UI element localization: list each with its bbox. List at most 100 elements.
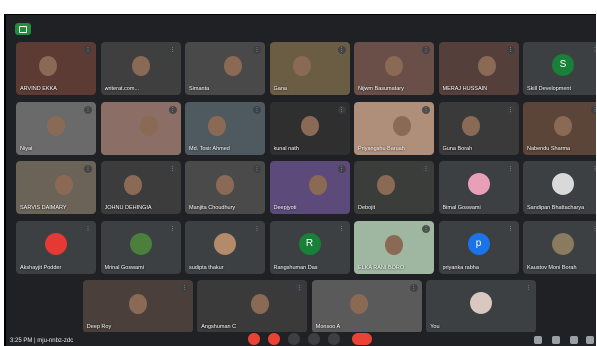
participant-tile[interactable]: ⋮ — [100, 101, 181, 155]
participant-tile[interactable]: S ⋮ Skill Development — [523, 42, 596, 95]
participant-name: You — [430, 324, 440, 330]
participant-tile[interactable]: ⋮ Sandipan Bhattacharya — [523, 161, 596, 214]
activities-icon[interactable] — [586, 336, 594, 344]
participant-face — [55, 175, 73, 195]
participant-face — [208, 115, 226, 136]
mic-muted-icon: ⋮ — [337, 105, 346, 114]
participant-tile[interactable]: p ⋮ priyanka rabha — [438, 220, 519, 274]
participant-tile[interactable]: ⋮ Niyat — [16, 101, 96, 155]
mic-muted-icon: ⋮ — [168, 46, 177, 54]
mic-muted-icon: ⋮ — [591, 46, 596, 54]
participant-name: Md. Tosir Ahmed — [189, 145, 230, 152]
participant-name: sudipta thakur — [189, 264, 224, 271]
participant-tile[interactable]: ⋮ writerat.com... — [100, 42, 181, 95]
mic-muted-icon: ⋮ — [422, 224, 430, 233]
participant-avatar: R — [298, 232, 321, 255]
participant-tile[interactable]: ⋮ Priyangshu Baruah — [354, 101, 434, 155]
mic-muted-icon: ⋮ — [180, 284, 189, 292]
participant-name: Nijwm Basumatary — [358, 86, 404, 92]
participant-face — [300, 115, 319, 136]
participant-tile[interactable]: ⋮ Mrinal Goswami — [100, 220, 181, 274]
leave-call-button[interactable] — [352, 333, 372, 345]
participant-tile[interactable]: ⋮ ELKA RANI BORO — [354, 220, 434, 274]
mic-muted-icon: ⋮ — [168, 224, 177, 233]
chat-panel-icon[interactable] — [570, 336, 578, 344]
participant-tile[interactable]: ⋮ sudipta thakur — [185, 220, 265, 274]
participant-tile[interactable]: ⋮ Monsoo A — [311, 280, 422, 333]
participant-face — [123, 175, 142, 195]
participant-tile[interactable]: ⋮ Angshuman C — [197, 280, 308, 333]
participant-tile[interactable]: ⋮ Deep Roy — [82, 280, 193, 333]
participant-name: Nabendu Sharma — [527, 145, 571, 152]
participant-name: Kaustov Moni Borah — [527, 264, 577, 271]
mic-muted-icon: ⋮ — [253, 105, 261, 114]
mic-muted-icon: ⋮ — [506, 165, 515, 173]
mic-muted-icon: ⋮ — [524, 284, 533, 292]
mic-muted-icon: ⋮ — [591, 165, 596, 173]
participant-tile[interactable]: ⋮ kunal nath — [269, 101, 350, 155]
participant-tile[interactable]: ⋮ MERAJ HUSSAIN — [438, 42, 519, 95]
participant-tile[interactable]: ⋮ Deepjyoti — [269, 161, 350, 214]
participant-face — [477, 56, 496, 76]
participant-face — [131, 56, 150, 76]
camera-off-button[interactable] — [268, 333, 280, 345]
participant-tile[interactable]: ⋮ Gana — [269, 42, 350, 95]
participant-tile[interactable]: ⋮ ARVIND EKKA — [16, 42, 96, 95]
participant-tile[interactable]: ⋮ Md. Tosir Ahmed — [185, 101, 265, 155]
participant-name: writerat.com... — [104, 86, 140, 92]
mic-muted-icon: ⋮ — [168, 165, 177, 173]
participant-tile[interactable]: ⋮ Nijwm Basumatary — [354, 42, 434, 95]
participant-face — [292, 56, 311, 76]
present-button[interactable] — [308, 333, 320, 345]
participant-tile[interactable]: ⋮ Debojit — [354, 161, 434, 214]
meet-window: ⋮ ARVIND EKKA ⋮ writerat.com... ⋮ Simanta ⋮ Gan… — [4, 14, 596, 346]
mic-muted-icon: ⋮ — [84, 165, 92, 173]
participant-tile[interactable]: ⋮ JOHNU DEHINGIA — [100, 161, 181, 214]
participant-tile[interactable]: ⋮ Kaustov Moni Borah — [523, 220, 596, 274]
participant-avatar: p — [467, 232, 490, 255]
participant-face — [216, 175, 234, 195]
participant-name: kunal nath — [273, 145, 299, 152]
participant-name: Skill Development — [527, 86, 572, 92]
participant-face — [385, 234, 403, 255]
mic-muted-icon: ⋮ — [84, 105, 92, 114]
participant-avatar — [214, 232, 236, 255]
participant-name: MERAJ HUSSAIN — [442, 86, 488, 92]
participant-name: priyanka rabha — [442, 264, 479, 271]
participant-name: ELKA RANI BORO — [358, 264, 405, 271]
mic-muted-icon: ⋮ — [591, 224, 596, 233]
participant-tile[interactable]: R ⋮ Rangshuman Das — [269, 220, 350, 274]
participant-tile[interactable]: ⋮ SARVIS DAIMARY — [16, 161, 96, 214]
participant-tile[interactable]: ⋮ You — [426, 280, 537, 333]
participant-name: Rangshuman Das — [273, 264, 318, 271]
captions-button[interactable] — [288, 333, 300, 345]
participant-name: Priyangshu Baruah — [358, 145, 405, 152]
mic-muted-icon: ⋮ — [253, 165, 261, 173]
mic-muted-icon: ⋮ — [506, 105, 515, 114]
info-icon[interactable] — [534, 336, 542, 344]
participant-name: Sandipan Bhattacharya — [527, 205, 585, 211]
participant-name: Angshuman C — [201, 324, 237, 330]
mic-muted-icon: ⋮ — [84, 224, 92, 233]
participant-avatar: S — [552, 54, 574, 77]
participant-face — [139, 115, 158, 136]
participant-name: Guna Borah — [442, 145, 473, 152]
participant-tile[interactable]: ⋮ Nabendu Sharma — [523, 101, 596, 155]
participant-name: Manjita Choudhury — [189, 205, 236, 211]
people-icon[interactable] — [552, 336, 560, 344]
chat-icon[interactable] — [15, 23, 31, 35]
participant-avatar — [552, 173, 574, 196]
participant-tile[interactable]: ⋮ Manjita Choudhury — [185, 161, 265, 214]
more-options-button[interactable] — [328, 333, 340, 345]
participant-face — [385, 56, 403, 76]
participant-name: JOHNU DEHINGIA — [104, 205, 152, 211]
participant-tile[interactable]: ⋮ Bimal Goswami — [438, 161, 519, 214]
mic-muted-icon: ⋮ — [337, 224, 346, 233]
participant-tile[interactable]: ⋮ Simanta — [185, 42, 265, 95]
participant-tile[interactable]: ⋮ Guna Borah — [438, 101, 519, 155]
mic-muted-icon: ⋮ — [253, 46, 261, 54]
mic-muted-icon: ⋮ — [506, 224, 515, 233]
mic-off-button[interactable] — [248, 333, 260, 345]
mic-muted-icon: ⋮ — [168, 105, 177, 114]
participant-tile[interactable]: ⋮ Akshayjit Podder — [16, 220, 96, 274]
